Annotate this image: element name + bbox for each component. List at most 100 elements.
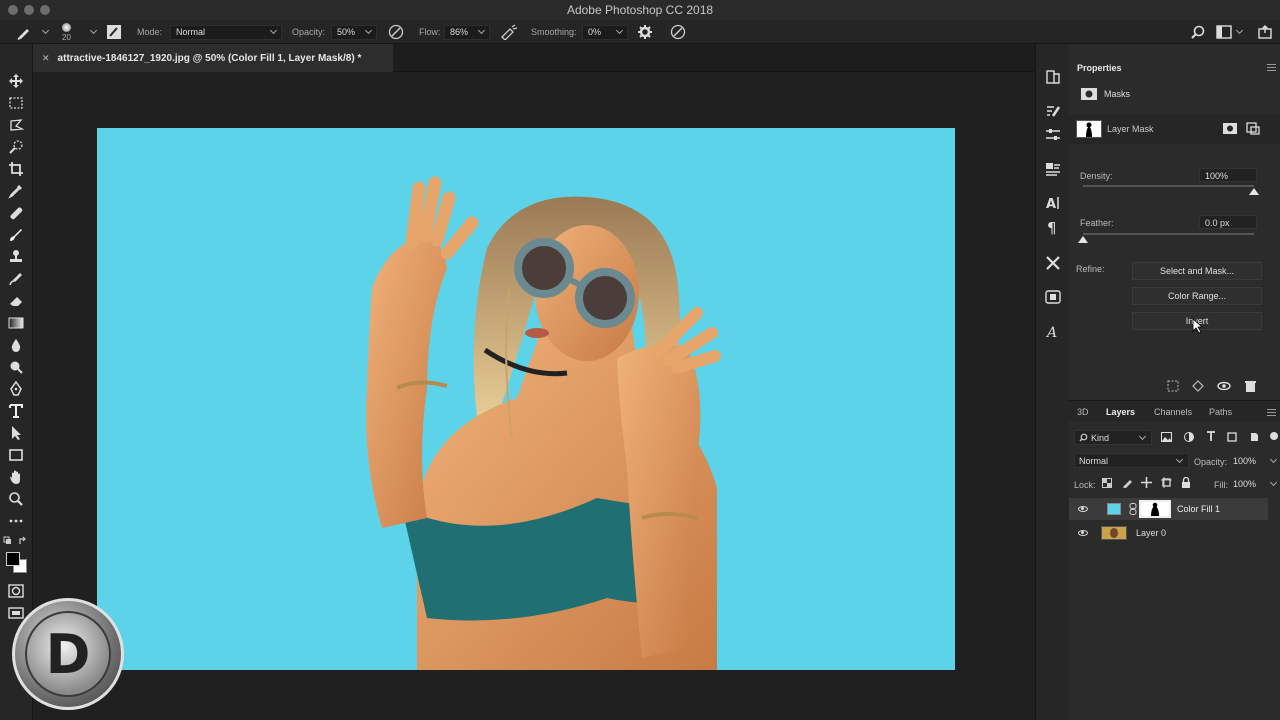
path-selection-tool[interactable] [7, 424, 25, 442]
healing-brush-tool[interactable] [7, 204, 25, 222]
share-button[interactable] [1258, 20, 1272, 44]
brush-size-picker[interactable]: 20 [62, 20, 71, 44]
history-brush-tool[interactable] [7, 270, 25, 288]
feather-slider[interactable] [1083, 233, 1254, 235]
layer-visibility-eye-icon[interactable] [1078, 530, 1088, 536]
airbrush-toggle[interactable] [500, 20, 518, 44]
brush-panel-toggle[interactable] [106, 20, 122, 44]
add-vector-mask-button[interactable] [1246, 122, 1260, 137]
foreground-color-swatch[interactable] [6, 552, 20, 566]
tab-layers[interactable]: Layers [1106, 407, 1135, 417]
glyphs-panel-button[interactable]: A [1044, 322, 1062, 340]
brush-tool[interactable] [7, 226, 25, 244]
quick-mask-button[interactable] [7, 582, 25, 600]
dodge-tool[interactable] [7, 358, 25, 376]
layer-row-color-fill-1[interactable]: Color Fill 1 [1069, 498, 1268, 520]
document-canvas[interactable] [97, 128, 955, 670]
lock-image-pixels[interactable] [1122, 477, 1133, 490]
layer-visibility-eye-icon[interactable] [1078, 506, 1088, 512]
pressure-opacity-toggle[interactable] [388, 20, 404, 44]
pen-tool[interactable] [7, 380, 25, 398]
character-panel-button[interactable]: A [1044, 194, 1062, 212]
smoothing-value: 0% [588, 27, 602, 37]
gradient-tool[interactable] [7, 314, 25, 332]
lock-artboard[interactable] [1161, 477, 1172, 490]
eyedropper-tool[interactable] [7, 182, 25, 200]
filter-toggle[interactable] [1270, 432, 1278, 440]
adjustments-panel-button[interactable] [1044, 126, 1062, 144]
marquee-tool[interactable] [7, 94, 25, 112]
filter-shape-layers[interactable] [1227, 432, 1237, 444]
filter-smart-objects[interactable] [1249, 432, 1259, 444]
density-slider-thumb[interactable] [1249, 188, 1259, 195]
rectangle-tool[interactable] [7, 446, 25, 464]
libraries-panel-button[interactable] [1044, 160, 1062, 178]
color-range-button[interactable]: Color Range... [1132, 287, 1262, 305]
blend-mode-select[interactable]: Normal [1074, 453, 1189, 468]
clone-stamp-tool[interactable] [7, 248, 25, 266]
select-pixel-mask-button[interactable] [1223, 123, 1237, 136]
filter-adjustment-layers[interactable] [1184, 432, 1194, 444]
default-colors-button[interactable] [3, 532, 29, 550]
tab-channels[interactable]: Channels [1154, 407, 1192, 417]
lasso-tool[interactable] [7, 116, 25, 134]
feather-input[interactable]: 0.0 px [1199, 215, 1257, 229]
brush-settings-panel-button[interactable] [1044, 102, 1062, 120]
opacity-input[interactable]: 50% [331, 24, 377, 40]
clone-source-panel-button[interactable] [1044, 288, 1062, 306]
lock-position[interactable] [1141, 477, 1152, 490]
lock-transparent-pixels[interactable] [1102, 478, 1112, 490]
mask-thumbnail[interactable] [1076, 120, 1102, 138]
filter-pixel-layers[interactable] [1161, 432, 1172, 444]
zoom-tool[interactable] [7, 490, 25, 508]
apply-mask-button[interactable] [1192, 380, 1204, 394]
layer-thumbnail[interactable] [1101, 526, 1127, 540]
search-icon [1191, 25, 1205, 39]
search-button[interactable] [1190, 20, 1206, 44]
tool-presets-panel-button[interactable] [1044, 254, 1062, 272]
fill-input[interactable]: 100% [1233, 476, 1278, 491]
workspace-switcher[interactable] [1216, 20, 1244, 44]
panel-menu-icon[interactable] [1267, 64, 1276, 71]
layer-opacity-input[interactable]: 100% [1233, 453, 1278, 468]
crop-tool[interactable] [7, 160, 25, 178]
layer-filter-select[interactable]: Kind [1074, 430, 1152, 445]
smoothing-input[interactable]: 0% [582, 24, 628, 40]
hand-tool[interactable] [7, 468, 25, 486]
move-tool[interactable] [7, 72, 25, 90]
quick-selection-tool[interactable] [7, 138, 25, 156]
select-and-mask-button[interactable]: Select and Mask... [1132, 262, 1262, 280]
smoothing-options-button[interactable] [637, 20, 653, 44]
feather-slider-thumb[interactable] [1078, 236, 1088, 243]
edit-toolbar-button[interactable] [7, 512, 25, 530]
tab-3d[interactable]: 3D [1077, 407, 1089, 417]
brush-tool-preset[interactable] [16, 20, 50, 44]
blur-tool[interactable] [7, 336, 25, 354]
mode-select[interactable]: Normal [170, 24, 282, 40]
chain-link-icon[interactable] [1129, 503, 1137, 515]
load-selection-from-mask-button[interactable] [1167, 380, 1179, 394]
layer-row-layer-0[interactable]: Layer 0 [1069, 522, 1269, 544]
density-input[interactable]: 100% [1199, 168, 1257, 182]
paragraph-panel-button[interactable]: ¶ [1044, 218, 1062, 236]
filter-type-layers[interactable] [1206, 431, 1216, 444]
document-tab[interactable]: ✕ attractive-1846127_1920.jpg @ 50% (Col… [33, 44, 393, 72]
history-panel-button[interactable] [1044, 68, 1062, 86]
type-tool[interactable] [7, 402, 25, 420]
eraser-tool[interactable] [7, 292, 25, 310]
density-slider[interactable] [1083, 185, 1254, 187]
tab-paths[interactable]: Paths [1209, 407, 1232, 417]
properties-title: Properties [1077, 63, 1122, 73]
delete-mask-button[interactable] [1245, 380, 1256, 394]
close-document-icon[interactable]: ✕ [42, 53, 50, 64]
layers-panel-menu-icon[interactable] [1267, 409, 1276, 416]
disable-mask-button[interactable] [1217, 381, 1231, 393]
brush-symmetry-button[interactable] [669, 20, 687, 44]
lock-all[interactable] [1181, 476, 1191, 490]
color-swatches[interactable] [4, 550, 30, 576]
brush-size-dropdown[interactable] [86, 20, 98, 44]
fill-color-swatch[interactable] [1107, 503, 1121, 515]
flow-input[interactable]: 86% [444, 24, 490, 40]
layer-mask-thumbnail[interactable] [1139, 500, 1171, 518]
rectangular-marquee-icon [9, 97, 23, 109]
